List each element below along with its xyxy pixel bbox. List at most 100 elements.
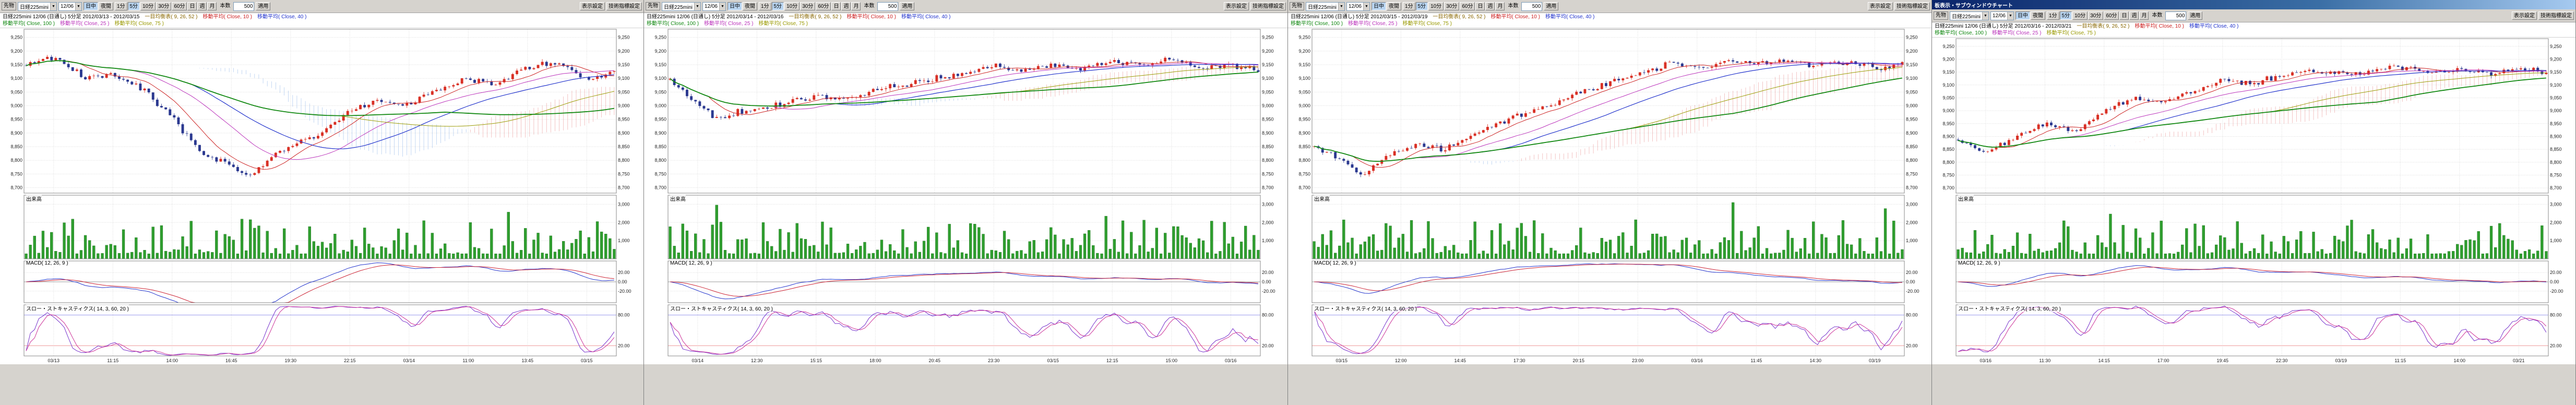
timeframe-button[interactable]: 30分: [156, 2, 171, 10]
bar-count-input[interactable]: [2165, 11, 2186, 20]
timeframe-button[interactable]: 60分: [816, 2, 831, 10]
macd-chart[interactable]: 20.000.00-20.00: [1932, 260, 2575, 304]
settings-button[interactable]: 表示設定: [1224, 2, 1249, 10]
price-chart[interactable]: 9,2509,2509,2009,2009,1509,1509,1009,100…: [1932, 38, 2575, 194]
volume-label: 出来高: [26, 195, 42, 202]
svg-text:11:15: 11:15: [107, 358, 118, 363]
apply-button[interactable]: 適用: [900, 2, 914, 10]
session-button[interactable]: 日中: [1372, 2, 1386, 10]
macd-chart[interactable]: 20.000.00-20.00: [0, 260, 643, 304]
timeframe-button[interactable]: 月: [2139, 11, 2149, 20]
timeframe-button[interactable]: 日: [831, 2, 841, 10]
symbol-select[interactable]: 日経225mini▼: [662, 2, 701, 11]
chart-toolbar: 先物 日経225mini▼ 12/06▼ 日中夜間 1分5分10分30分60分日…: [1932, 9, 2575, 22]
symbol-select[interactable]: 日経225mini▼: [18, 2, 57, 11]
session-button[interactable]: 夜間: [1387, 2, 1401, 10]
svg-text:9,050: 9,050: [2550, 96, 2562, 101]
bar-count-input[interactable]: [877, 2, 898, 11]
svg-text:9,000: 9,000: [1298, 103, 1310, 109]
svg-text:1,000: 1,000: [2550, 238, 2562, 243]
timeframe-button[interactable]: 60分: [2104, 11, 2119, 20]
svg-text:9,200: 9,200: [1298, 49, 1310, 54]
svg-text:8,900: 8,900: [1262, 130, 1274, 136]
svg-text:03/16: 03/16: [1691, 358, 1703, 363]
timeframe-button[interactable]: 週: [1485, 2, 1495, 10]
window-titlebar[interactable]: 板表示・サブウィンドウチャート: [1932, 0, 2575, 9]
session-button[interactable]: 日中: [84, 2, 98, 10]
timeframe-button[interactable]: 日: [2119, 11, 2129, 20]
timeframe-button[interactable]: 5分: [1416, 2, 1428, 10]
session-button[interactable]: 日中: [728, 2, 742, 10]
time-axis: 03/1611:3014:1517:0019:4522:3003/1911:15…: [1932, 357, 2575, 364]
settings-button[interactable]: 表示設定: [1868, 2, 1893, 10]
timeframe-button[interactable]: 月: [207, 2, 217, 10]
svg-text:8,950: 8,950: [618, 117, 630, 122]
settings-button[interactable]: 表示設定: [2512, 11, 2537, 20]
price-chart[interactable]: 9,2509,2509,2009,2009,1509,1509,1009,100…: [644, 28, 1287, 194]
contract-month-select[interactable]: 12/06▼: [1346, 2, 1370, 11]
svg-text:8,700: 8,700: [654, 185, 666, 190]
timeframe-button[interactable]: 月: [1495, 2, 1505, 10]
stoch-label: スロー・ストキャスティクス( 14, 3, 60, 20 ): [26, 304, 129, 312]
timeframe-button[interactable]: 1分: [2047, 11, 2059, 20]
session-button[interactable]: 夜間: [99, 2, 113, 10]
timeframe-button[interactable]: 日: [1475, 2, 1485, 10]
svg-text:80.00: 80.00: [1262, 313, 1274, 318]
timeframe-button[interactable]: 5分: [2060, 11, 2072, 20]
timeframe-button[interactable]: 10分: [140, 2, 156, 10]
timeframe-button[interactable]: 60分: [172, 2, 187, 10]
timeframe-button[interactable]: 30分: [2088, 11, 2103, 20]
timeframe-button[interactable]: 週: [841, 2, 851, 10]
timeframe-button[interactable]: 週: [2129, 11, 2139, 20]
symbol-select[interactable]: 日経225mini▼: [1950, 11, 1989, 20]
volume-pane: 出来高 3,0002,0001,000: [0, 194, 643, 260]
svg-text:9,150: 9,150: [10, 62, 22, 67]
settings-button[interactable]: 技術指標設定: [1250, 2, 1286, 10]
symbol-select[interactable]: 日経225mini▼: [1306, 2, 1345, 11]
settings-button[interactable]: 技術指標設定: [1894, 2, 1930, 10]
timeframe-button[interactable]: 5分: [128, 2, 140, 10]
apply-button[interactable]: 適用: [256, 2, 270, 10]
svg-text:8,700: 8,700: [10, 185, 22, 190]
bar-count-input[interactable]: [233, 2, 254, 11]
volume-chart[interactable]: 3,0002,0001,000: [0, 194, 643, 260]
timeframe-button[interactable]: 30分: [1444, 2, 1459, 10]
timeframe-button[interactable]: 10分: [784, 2, 800, 10]
svg-text:9,100: 9,100: [1298, 76, 1310, 81]
timeframe-button[interactable]: 30分: [800, 2, 815, 10]
contract-month-select[interactable]: 12/06▼: [58, 2, 82, 11]
svg-text:1,000: 1,000: [618, 238, 630, 243]
timeframe-button[interactable]: 1分: [1403, 2, 1415, 10]
apply-button[interactable]: 適用: [1544, 2, 1558, 10]
macd-pane: MACD( 12, 26, 9 ) 20.000.00-20.00: [644, 260, 1287, 304]
svg-text:9,000: 9,000: [1906, 103, 1918, 109]
timeframe-button[interactable]: 1分: [759, 2, 771, 10]
settings-button[interactable]: 技術指標設定: [606, 2, 642, 10]
timeframe-button[interactable]: 60分: [1460, 2, 1475, 10]
macd-chart[interactable]: 20.000.00-20.00: [644, 260, 1287, 304]
legend-line-1: 日経225mini 12/06 (日通し) 5分足 2012/03/15 - 2…: [1291, 14, 1929, 20]
macd-chart[interactable]: 20.000.00-20.00: [1288, 260, 1931, 304]
price-chart[interactable]: 9,2509,2509,2009,2009,1509,1509,1009,100…: [0, 28, 643, 194]
price-chart[interactable]: 9,2509,2509,2009,2009,1509,1509,1009,100…: [1288, 28, 1931, 194]
svg-text:9,000: 9,000: [1942, 108, 1954, 113]
settings-button[interactable]: 表示設定: [580, 2, 605, 10]
timeframe-button[interactable]: 月: [851, 2, 861, 10]
volume-chart[interactable]: 3,0002,0001,000: [644, 194, 1287, 260]
timeframe-button[interactable]: 1分: [115, 2, 127, 10]
volume-chart[interactable]: 3,0002,0001,000: [1288, 194, 1931, 260]
session-button[interactable]: 夜間: [2031, 11, 2045, 20]
timeframe-button[interactable]: 日: [187, 2, 197, 10]
apply-button[interactable]: 適用: [2188, 11, 2202, 20]
timeframe-button[interactable]: 10分: [1428, 2, 1444, 10]
bar-count-input[interactable]: [1521, 2, 1542, 11]
contract-month-select[interactable]: 12/06▼: [702, 2, 726, 11]
timeframe-button[interactable]: 10分: [2072, 11, 2088, 20]
session-button[interactable]: 日中: [2016, 11, 2030, 20]
timeframe-button[interactable]: 週: [197, 2, 207, 10]
session-button[interactable]: 夜間: [743, 2, 757, 10]
contract-month-select[interactable]: 12/06▼: [1990, 11, 2014, 20]
settings-button[interactable]: 技術指標設定: [2538, 11, 2574, 20]
timeframe-button[interactable]: 5分: [772, 2, 784, 10]
volume-chart[interactable]: 3,0002,0001,000: [1932, 194, 2575, 260]
